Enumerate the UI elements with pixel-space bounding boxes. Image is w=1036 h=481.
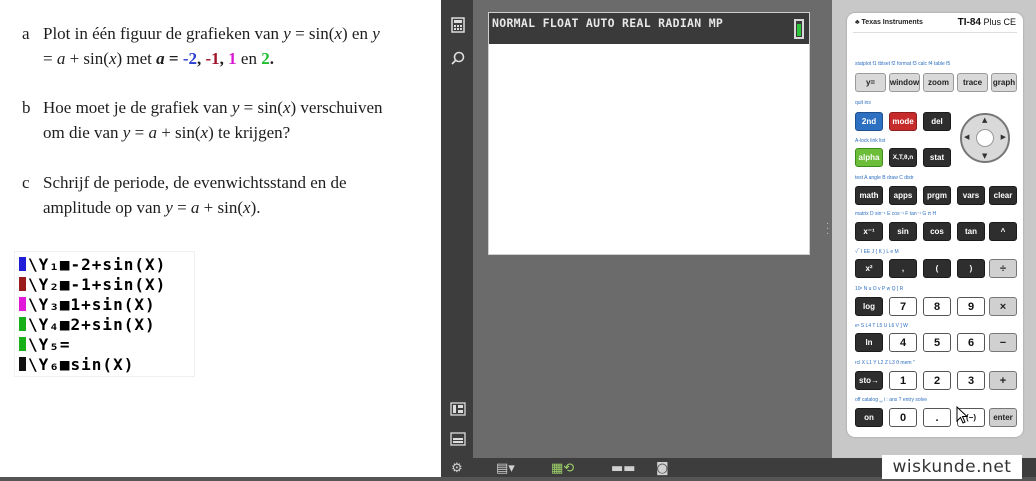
camera-icon[interactable]: ◙ [656, 461, 669, 476]
key-multiply[interactable]: × [989, 297, 1017, 316]
key-sin[interactable]: sin [889, 222, 917, 241]
key-ln[interactable]: ln [855, 333, 883, 352]
model-name: TI-84 Plus CE [957, 17, 1016, 28]
value-1: 1 [228, 49, 237, 68]
exercise-panel: a Plot in één figuur de grafieken van y … [0, 0, 441, 481]
key-zoom[interactable]: zoom [923, 73, 954, 92]
key-minus[interactable]: − [989, 333, 1017, 352]
key-8[interactable]: 8 [923, 297, 951, 316]
y-row: \Y₄■2+sin(X) [19, 315, 156, 335]
key-alpha[interactable]: alpha [855, 148, 883, 167]
calculator-icon[interactable] [449, 16, 467, 34]
key-comma[interactable]: , [889, 259, 917, 278]
key-square[interactable]: x² [855, 259, 883, 278]
arrow-pad[interactable]: ▲ ▼ ◀ ▶ [960, 113, 1010, 163]
key-decimal[interactable]: . [923, 408, 951, 427]
key-on[interactable]: on [855, 408, 883, 427]
key-y-equals[interactable]: y= [855, 73, 886, 92]
mode-icon[interactable]: ▦⟲ [551, 461, 574, 476]
key-2[interactable]: 2 [923, 371, 951, 390]
key-2nd[interactable]: 2nd [855, 112, 883, 131]
key-del[interactable]: del [923, 112, 951, 131]
key-9[interactable]: 9 [957, 297, 985, 316]
settings-icon[interactable]: ⚙ [451, 461, 463, 476]
battery-icon [794, 19, 804, 39]
key-close-paren[interactable]: ) [957, 259, 985, 278]
y-row: \Y₃■1+sin(X) [19, 295, 156, 315]
key-plus[interactable]: + [989, 371, 1017, 390]
screen-icon[interactable] [449, 430, 467, 448]
key-vars[interactable]: vars [957, 186, 985, 205]
key-clear[interactable]: clear [989, 186, 1017, 205]
key-log[interactable]: log [855, 297, 883, 316]
key-3[interactable]: 3 [957, 371, 985, 390]
calculator-view-icon[interactable]: ▤▾ [496, 461, 515, 476]
search-icon[interactable] [449, 49, 467, 67]
key-power[interactable]: ^ [989, 222, 1017, 241]
key-prgm[interactable]: prgm [923, 186, 951, 205]
key-tan[interactable]: tan [957, 222, 985, 241]
value-neg2: -2 [182, 49, 197, 68]
brand-logo: ♣ Texas Instruments [855, 19, 923, 26]
y-row: \Y₆■sin(X) [19, 355, 134, 375]
key-open-paren[interactable]: ( [923, 259, 951, 278]
watermark: wiskunde.net [882, 455, 1022, 479]
calculator-keypad: ♣ Texas Instruments TI-84 Plus CE statpl… [847, 13, 1023, 437]
key-divide[interactable]: ÷ [989, 259, 1017, 278]
key-7[interactable]: 7 [889, 297, 917, 316]
value-2: 2 [261, 49, 270, 68]
key-stat[interactable]: stat [923, 148, 951, 167]
resize-handle[interactable]: · · · [826, 220, 830, 240]
key-graph[interactable]: graph [991, 73, 1017, 92]
layout-icon[interactable]: ▬▬ [611, 461, 636, 476]
calculator-screen[interactable]: NORMAL FLOAT AUTO REAL RADIAN MP [488, 12, 810, 255]
y-editor-screenshot: \Y₁■-2+sin(X) \Y₂■-1+sin(X) \Y₃■1+sin(X)… [14, 251, 195, 377]
key-trace[interactable]: trace [957, 73, 988, 92]
side-toolbar [441, 0, 473, 458]
key-6[interactable]: 6 [957, 333, 985, 352]
y-row: \Y₁■-2+sin(X) [19, 255, 166, 275]
value-neg1: -1 [205, 49, 220, 68]
status-bar: NORMAL FLOAT AUTO REAL RADIAN MP [489, 13, 809, 44]
key-sto[interactable]: sto→ [855, 371, 883, 390]
key-1[interactable]: 1 [889, 371, 917, 390]
key-mode[interactable]: mode [889, 112, 917, 131]
key-cos[interactable]: cos [923, 222, 951, 241]
key-5[interactable]: 5 [923, 333, 951, 352]
key-apps[interactable]: apps [889, 186, 917, 205]
y-row: \Y₅= [19, 335, 71, 355]
key-window[interactable]: window [889, 73, 920, 92]
key-math[interactable]: math [855, 186, 883, 205]
key-0[interactable]: 0 [889, 408, 917, 427]
key-enter[interactable]: enter [989, 408, 1017, 427]
y-row: \Y₂■-1+sin(X) [19, 275, 166, 295]
key-xtn[interactable]: X,T,θ,n [889, 148, 917, 167]
key-4[interactable]: 4 [889, 333, 917, 352]
mouse-pointer-icon [956, 406, 968, 424]
key-inverse[interactable]: x⁻¹ [855, 222, 883, 241]
keypad-icon[interactable] [449, 400, 467, 418]
